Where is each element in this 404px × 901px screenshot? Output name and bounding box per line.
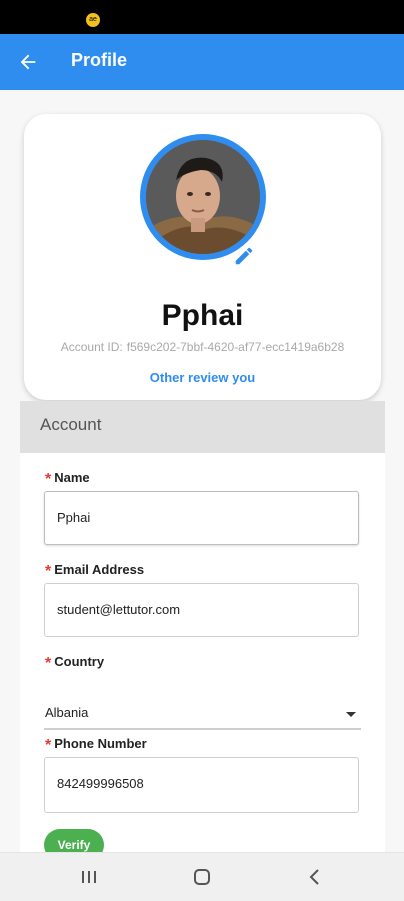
- country-select[interactable]: Albania: [44, 701, 361, 730]
- other-review-link[interactable]: Other review you: [24, 370, 381, 385]
- profile-card: Pphai Account ID: f569c202-7bbf-4620-af77…: [24, 114, 381, 400]
- country-value: Albania: [45, 705, 89, 720]
- profile-content: Pphai Account ID: f569c202-7bbf-4620-af77…: [0, 90, 404, 852]
- account-id-value: f569c202-7bbf-4620-af77-ecc1419a6b28: [126, 340, 345, 354]
- required-asterisk: *: [45, 563, 52, 580]
- recent-apps-icon[interactable]: [77, 866, 101, 888]
- system-nav-bar: [0, 852, 404, 901]
- caret-down-icon: [346, 712, 356, 717]
- account-id-label: Account ID:: [60, 340, 123, 354]
- status-bar: ae: [0, 0, 404, 34]
- arrow-left-icon[interactable]: [16, 51, 40, 73]
- back-icon[interactable]: [303, 866, 327, 888]
- email-field[interactable]: student@lettutor.com: [44, 583, 359, 637]
- notification-app-icon: ae: [86, 13, 100, 27]
- country-label: * Country: [45, 654, 105, 672]
- verify-button[interactable]: Verify: [44, 829, 104, 852]
- name-field[interactable]: Pphai: [44, 491, 359, 545]
- section-title: Account: [40, 415, 102, 434]
- page-title: Profile: [71, 50, 128, 70]
- phone-field[interactable]: 842499996508: [44, 757, 359, 813]
- pencil-icon[interactable]: [233, 245, 255, 267]
- required-asterisk: *: [45, 655, 52, 672]
- required-asterisk: *: [45, 737, 52, 754]
- avatar-ring: [140, 134, 266, 260]
- home-icon[interactable]: [190, 866, 214, 888]
- profile-name: Pphai: [161, 299, 244, 332]
- name-label: * Name: [45, 470, 90, 488]
- account-form: * Name Pphai * Email Address student@lettu…: [20, 453, 385, 852]
- required-asterisk: *: [45, 471, 52, 488]
- account-id: Account ID: f569c202-7bbf-4620-af77-ecc14…: [24, 340, 381, 354]
- account-section-header: Account: [20, 401, 385, 453]
- avatar[interactable]: [146, 140, 260, 254]
- app-bar: Profile: [0, 34, 404, 90]
- email-label: * Email Address: [45, 562, 145, 580]
- phone-label: * Phone Number: [45, 736, 147, 754]
